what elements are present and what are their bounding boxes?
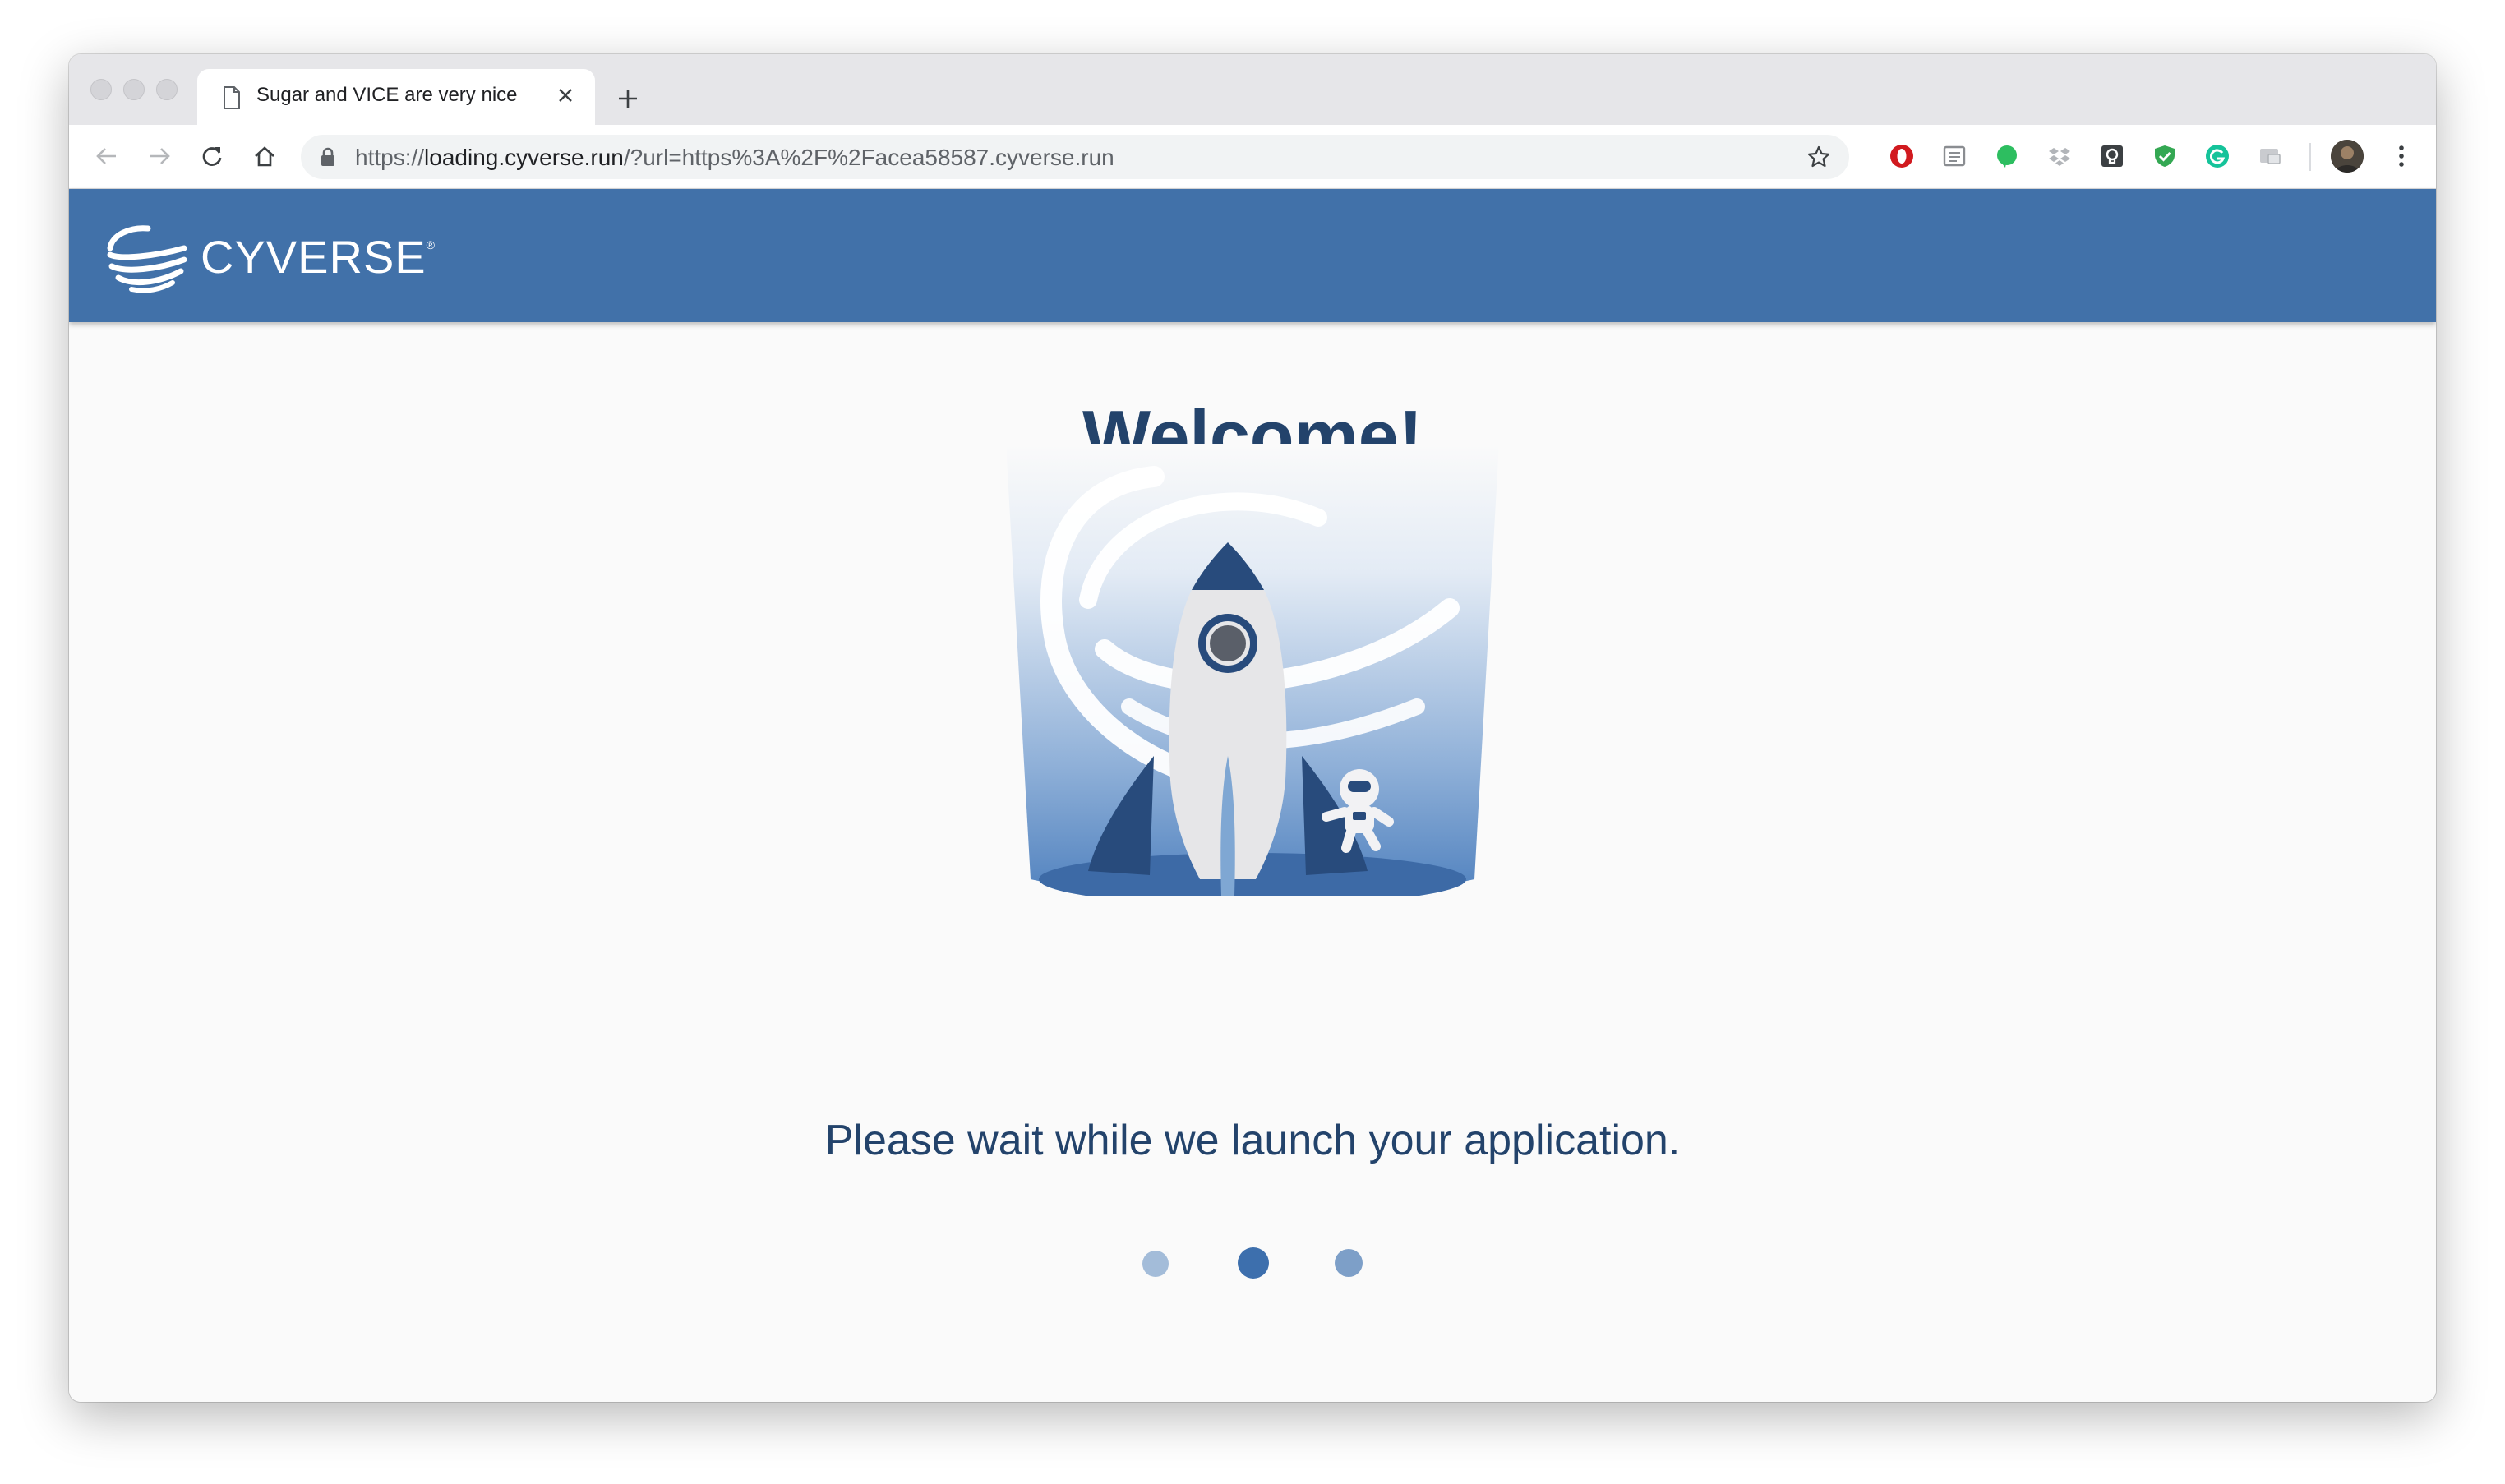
reader-extension-icon[interactable]: [1940, 141, 1969, 171]
dropbox-extension-icon[interactable]: [2045, 141, 2074, 171]
lock-icon: [319, 147, 337, 167]
profile-avatar[interactable]: [2331, 140, 2364, 173]
reload-icon[interactable]: [194, 138, 230, 174]
new-tab-icon[interactable]: [611, 82, 644, 115]
loading-dot-3: [1335, 1249, 1363, 1277]
opera-extension-icon[interactable]: [1887, 141, 1917, 171]
more-vert-icon[interactable]: [2387, 141, 2416, 171]
toolbar-divider: [2309, 143, 2311, 171]
address-bar[interactable]: https://loading.cyverse.run/?url=https%3…: [301, 135, 1849, 179]
window-minimize-button[interactable]: [123, 79, 145, 100]
loading-dot-1: [1142, 1251, 1169, 1277]
loading-message: Please wait while we launch your applica…: [824, 1117, 1681, 1164]
rocket-illustration: [1006, 444, 1499, 906]
arrow-left-icon[interactable]: [89, 138, 125, 174]
grammarly-extension-icon[interactable]: [2203, 141, 2232, 171]
tab-title: Sugar and VICE are very nice: [256, 84, 518, 106]
tab-strip: Sugar and VICE are very nice: [69, 54, 2436, 125]
shield-extension-icon[interactable]: [2150, 141, 2180, 171]
page-content: CYVERSE® Welcome! Please wait while we l…: [69, 189, 2436, 1402]
evernote-extension-icon[interactable]: [1992, 141, 2022, 171]
brand-text: CYVERSE: [201, 231, 427, 283]
home-icon[interactable]: [247, 138, 283, 174]
window-close-button[interactable]: [90, 79, 112, 100]
site-header: CYVERSE®: [69, 189, 2436, 322]
browser-toolbar: https://loading.cyverse.run/?url=https%3…: [69, 125, 2436, 189]
url-host: loading.cyverse.run: [424, 145, 624, 170]
url-scheme: https://: [355, 145, 425, 170]
url-text: https://loading.cyverse.run/?url=https%3…: [355, 145, 1114, 171]
document-icon: [220, 85, 243, 110]
cyverse-logo-icon[interactable]: [105, 224, 191, 294]
star-icon[interactable]: [1803, 141, 1834, 173]
cast-extension-icon[interactable]: [2255, 141, 2285, 171]
loading-dot-2: [1238, 1247, 1269, 1279]
url-path: /?url=https%3A%2F%2Facea58587.cyverse.ru…: [623, 145, 1114, 170]
arrow-right-icon[interactable]: [141, 138, 178, 174]
close-tab-icon[interactable]: [551, 81, 580, 110]
window-zoom-button[interactable]: [156, 79, 178, 100]
browser-window: Sugar and VICE are very nice https://loa…: [69, 54, 2436, 1402]
tab-active[interactable]: Sugar and VICE are very nice: [197, 69, 595, 125]
keep-extension-icon[interactable]: [2097, 141, 2127, 171]
registered-mark: ®: [426, 238, 436, 251]
brand-name[interactable]: CYVERSE®: [201, 230, 436, 283]
